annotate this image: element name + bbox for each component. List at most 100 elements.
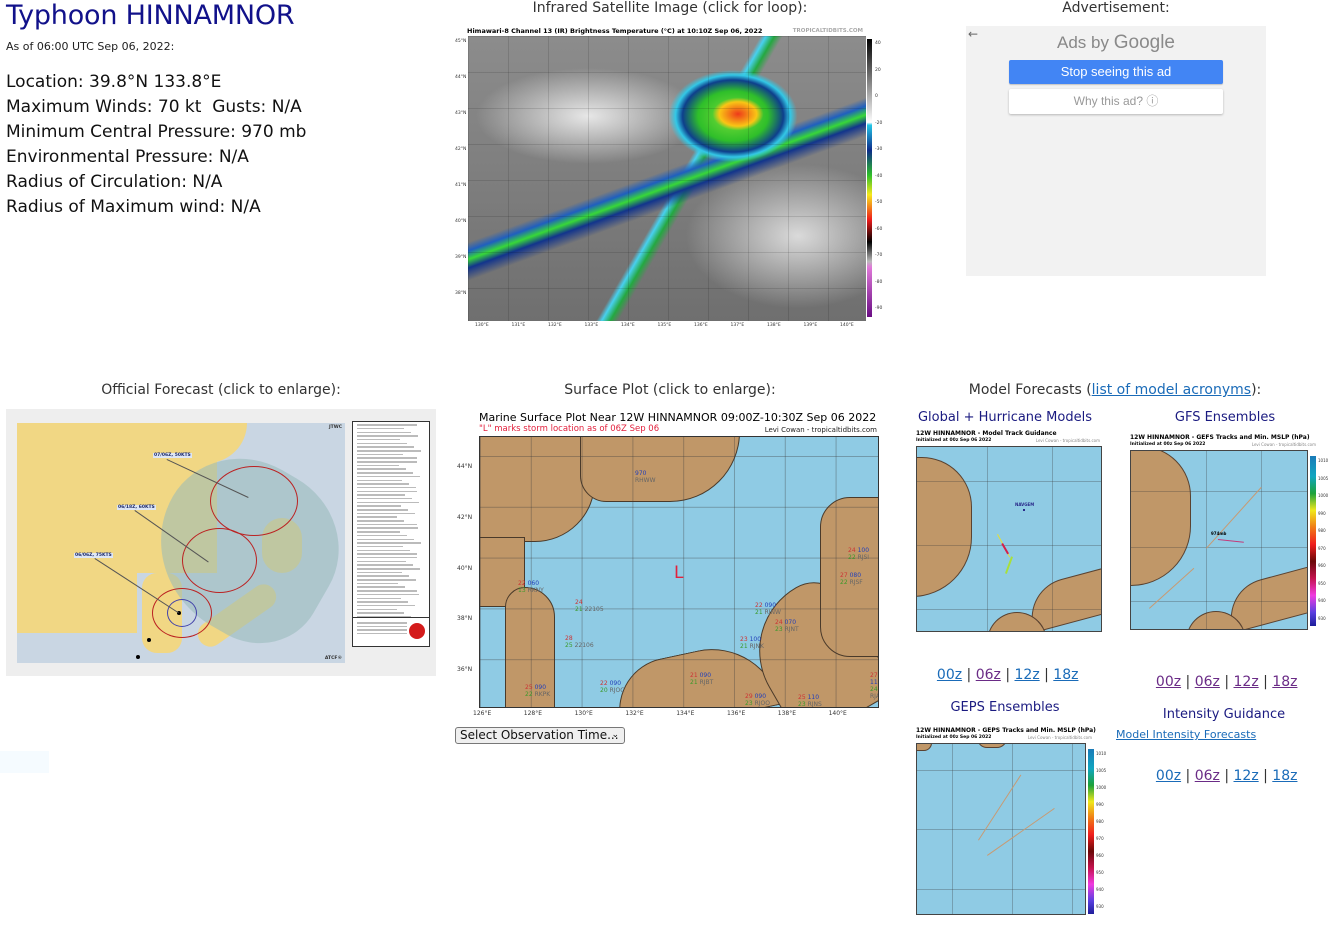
forecast-text-legend [352, 421, 430, 629]
pressure: 090 [534, 684, 547, 691]
legend-text-line [357, 527, 418, 529]
ads-by-google: Ads by Google [966, 32, 1266, 54]
typhoon-symbol-icon [409, 623, 425, 639]
colorbar-tick-label: -90 [875, 306, 883, 311]
atcf-label: ATCF® [324, 656, 342, 661]
latitude-label: 41°N [455, 183, 467, 188]
gfs-run-12z[interactable]: 12z [1234, 674, 1259, 690]
global-models-runs: 00z | 06z | 12z | 18z [928, 651, 1079, 683]
legend-text-line [357, 424, 417, 426]
colorbar-tick-label: 970 [1318, 545, 1326, 551]
observation-time-select-label: Select Observation Time... [460, 728, 619, 742]
satellite-image-link[interactable]: Himawari-8 Channel 13 (IR) Brightness Te… [455, 25, 885, 330]
global-run-06z[interactable]: 06z [976, 667, 1001, 683]
gfs-ensembles-image-link[interactable]: 12W HINNAMNOR - GEFS Tracks and Min. MSL… [1128, 434, 1330, 634]
advertisement: ← Ads by Google Stop seeing this ad Why … [966, 26, 1266, 276]
latitude-label: 45°N [455, 39, 467, 44]
station-id: RJSI [857, 554, 870, 561]
pressure-colorbar [1310, 456, 1316, 626]
pressure: 110 [870, 679, 878, 686]
legend-text-line [357, 475, 420, 478]
map-land [1131, 451, 1191, 586]
temperature: 27 [840, 572, 848, 579]
intensity-run-06z[interactable]: 06z [1195, 768, 1220, 784]
legend-text-line [357, 442, 407, 445]
gfs-run-18z[interactable]: 18z [1272, 674, 1297, 690]
thumb-init: Initialized at 00z Sep 06 2022 [1130, 442, 1206, 447]
legend-text-line [357, 468, 406, 470]
colorbar-tick-label: 950 [1096, 870, 1104, 875]
global-models-map: NAVGEM [916, 446, 1102, 632]
colorbar-tick-label: 940 [1096, 887, 1104, 892]
colorbar-tick-label: 1005 [1318, 475, 1329, 481]
global-run-12z[interactable]: 12z [1015, 667, 1040, 683]
model-acronyms-link[interactable]: list of model acronyms [1092, 382, 1251, 398]
as-of-timestamp: As of 06:00 UTC Sep 06, 2022: [6, 40, 175, 53]
gfs-ensembles-map: 974mb [1130, 450, 1308, 630]
global-models-title: Global + Hurricane Models [917, 410, 1092, 425]
chevron-down-icon: ⌄ [611, 730, 619, 740]
thumb-init: Initialized at 00z Sep 06 2022 [916, 735, 992, 740]
colorbar-tick-label: -70 [875, 253, 883, 258]
temperature: 24 [575, 599, 583, 606]
station-id: RKNY [527, 587, 544, 594]
storm-radius-max-wind: Radius of Maximum wind: N/A [6, 197, 261, 217]
observation-time-select[interactable]: Select Observation Time... ⌄ [455, 727, 625, 744]
separator: | [1185, 674, 1191, 690]
dewpoint: 21 [690, 679, 698, 686]
jtwc-forecast-map: 07/06Z, 50KTS 06/18Z, 60KTS 06/06Z, 75KT… [17, 423, 345, 663]
temperature: 22 [518, 580, 526, 587]
dewpoint: 25 [565, 642, 573, 649]
temperature: 29 [745, 693, 753, 700]
gfs-run-06z[interactable]: 06z [1195, 674, 1220, 690]
global-models-image-link[interactable]: 12W HINNAMNOR - Model Track Guidance Ini… [914, 430, 1106, 635]
legend-text-line [357, 431, 411, 434]
dewpoint: 21 [740, 643, 748, 650]
legend-text-line [357, 542, 421, 544]
temperature: 27 [870, 672, 878, 679]
colorbar-tick-label: 0 [875, 94, 878, 99]
legend-text-line [357, 593, 419, 596]
global-run-00z[interactable]: 00z [937, 667, 962, 683]
global-run-18z[interactable]: 18z [1053, 667, 1078, 683]
intensity-run-12z[interactable]: 12z [1234, 768, 1259, 784]
longitude-label: 126°E [473, 710, 492, 717]
station-id: 22105 [584, 606, 604, 613]
legend-text-line [357, 483, 409, 485]
latitude-label: 40°N [455, 219, 467, 224]
colorbar-tick-label: 980 [1096, 819, 1104, 824]
latitude-label: 44°N [457, 463, 473, 470]
model-intensity-forecasts-link[interactable]: Model Intensity Forecasts [1116, 728, 1256, 741]
legend-text-line [357, 472, 413, 474]
longitude-label: 138°E [777, 710, 797, 717]
temperature: 25 [798, 694, 806, 701]
official-forecast-image-link[interactable]: 07/06Z, 50KTS 06/18Z, 60KTS 06/06Z, 75KT… [6, 409, 436, 676]
pressure: 070 [784, 619, 797, 626]
grid-line [917, 481, 1101, 482]
station-id: RKPK [534, 691, 551, 698]
gfs-ensembles-title: GFS Ensembles [1174, 410, 1276, 425]
longitude-label: 140°E [840, 323, 854, 328]
gfs-run-00z[interactable]: 00z [1156, 674, 1181, 690]
storm-location-marker: L [674, 563, 684, 583]
stop-seeing-ad-button[interactable]: Stop seeing this ad [1009, 60, 1223, 84]
geps-ensembles-image-link[interactable]: 12W HINNAMNOR - GEPS Tracks and Min. MSL… [914, 727, 1106, 919]
intensity-run-00z[interactable]: 00z [1156, 768, 1181, 784]
station-observation: 22 060 13 RKNY [518, 580, 544, 594]
intensity-run-18z[interactable]: 18z [1272, 768, 1297, 784]
ensemble-track [1217, 539, 1244, 543]
colorbar-tick-label: 930 [1096, 904, 1104, 909]
colorbar-tick-label: -30 [875, 147, 883, 152]
grid-line [1261, 451, 1262, 629]
wind-radius-ring [210, 466, 298, 536]
surface-plot-title: Marine Surface Plot Near 12W HINNAMNOR 0… [479, 411, 877, 424]
longitude-label: 130°E [574, 710, 593, 717]
surface-plot-image-link[interactable]: Marine Surface Plot Near 12W HINNAMNOR 0… [455, 408, 885, 723]
pressure: 970 [635, 470, 647, 477]
pressure: 110 [807, 694, 820, 701]
storm-title: Typhoon HINNAMNOR [6, 0, 295, 31]
ads-by-label: Ads by [1057, 33, 1109, 52]
model-track [1004, 556, 1013, 574]
why-this-ad-button[interactable]: Why this ad? ⓘ [1009, 89, 1223, 114]
latitude-label: 42°N [457, 513, 473, 521]
